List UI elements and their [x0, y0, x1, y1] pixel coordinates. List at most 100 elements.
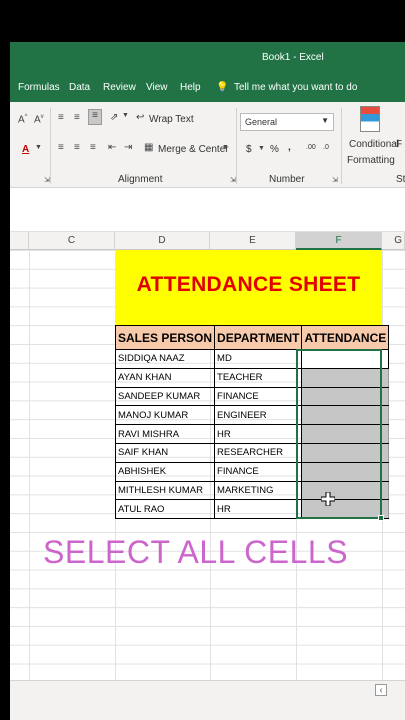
tab-help[interactable]: Help [180, 82, 201, 93]
column-header-e[interactable]: E [210, 232, 296, 250]
merge-dropdown-icon[interactable]: ▼ [222, 144, 229, 151]
align-middle-icon[interactable]: ≡ [74, 112, 80, 123]
orientation-dropdown-icon[interactable]: ▼ [122, 112, 129, 119]
cell-department[interactable]: RESEARCHER [214, 442, 303, 463]
comma-button[interactable]: , [288, 142, 291, 153]
wrap-text-button[interactable]: Wrap Text [149, 114, 194, 125]
attendance-table: SALES PERSON DEPARTMENT ATTENDANCE SIDDI… [114, 325, 390, 520]
table-row: SANDEEP KUMAR FINANCE [114, 386, 390, 407]
cell-attendance[interactable] [301, 499, 390, 520]
cell-attendance[interactable] [301, 405, 390, 426]
cell-department[interactable]: ENGINEER [214, 405, 303, 426]
cell-name[interactable]: MITHLESH KUMAR [114, 480, 216, 501]
cell-attendance[interactable] [301, 424, 390, 444]
column-header-d[interactable]: D [115, 232, 210, 250]
scroll-left-icon[interactable]: ‹ [375, 684, 387, 696]
align-bottom-icon[interactable]: ≡ [88, 109, 102, 125]
sheet-tab-bar [10, 680, 405, 720]
ribbon-tabs: Formulas Data Review View Help 💡 Tell me… [10, 74, 405, 102]
increase-font-icon[interactable]: A^ [18, 114, 28, 125]
lightbulb-icon: 💡 [216, 82, 229, 93]
column-header-b[interactable] [10, 232, 29, 250]
table-row: MANOJ KUMAR ENGINEER [114, 405, 390, 426]
cell-name[interactable]: RAVI MISHRA [114, 424, 216, 444]
align-center-icon[interactable]: ≡ [74, 142, 80, 153]
tell-me-search[interactable]: Tell me what you want to do [234, 82, 357, 93]
alignment-dialog-launcher-icon[interactable]: ⇲ [230, 176, 236, 184]
currency-dropdown-icon[interactable]: ▼ [258, 145, 265, 152]
cell-name[interactable]: MANOJ KUMAR [114, 405, 216, 426]
chevron-down-icon: ▼ [321, 116, 329, 125]
cell-attendance[interactable] [301, 367, 390, 388]
cell-department[interactable]: HR [214, 424, 303, 444]
cell-department[interactable]: TEACHER [214, 367, 303, 388]
title-bar: Book1 - Excel [10, 42, 405, 74]
cell-attendance[interactable] [301, 461, 390, 482]
orientation-icon[interactable]: ⇗ [110, 112, 118, 123]
table-row: SIDDIQA NAAZ MD [114, 349, 390, 369]
styles-group-label: St [396, 174, 405, 185]
wrap-text-icon[interactable]: ↩ [136, 112, 144, 123]
cell-attendance-active[interactable] [301, 349, 390, 369]
cell-attendance[interactable] [301, 442, 390, 463]
increase-indent-icon[interactable]: ⇥ [124, 142, 132, 153]
attendance-banner[interactable]: ATTENDANCE SHEET [115, 250, 382, 325]
decrease-indent-icon[interactable]: ⇤ [108, 142, 116, 153]
percent-button[interactable]: % [270, 144, 279, 155]
cell-attendance[interactable] [301, 480, 390, 501]
format-as-table-partial[interactable]: F [396, 139, 402, 150]
cell-department[interactable]: FINANCE [214, 386, 303, 407]
header-row: SALES PERSON DEPARTMENT ATTENDANCE [114, 325, 390, 350]
cell-department[interactable]: MARKETING [214, 480, 303, 501]
header-sales-person[interactable]: SALES PERSON [114, 325, 216, 350]
cell-attendance[interactable] [301, 386, 390, 407]
alignment-group-label: Alignment [118, 174, 163, 185]
cell-department[interactable]: MD [214, 349, 303, 369]
ribbon: A^ Av A ▼ ⇲ ≡ ≡ ≡ ⇗ ▼ ↩ Wrap Text ≡ ≡ ≡ … [10, 102, 405, 188]
tab-data[interactable]: Data [69, 82, 90, 93]
currency-button[interactable]: $ [246, 144, 252, 155]
excel-window: Book1 - Excel Formulas Data Review View … [10, 42, 405, 720]
conditional-formatting-label-1[interactable]: Conditional [349, 139, 399, 150]
column-header-f[interactable]: F [296, 232, 382, 250]
table-row: MITHLESH KUMAR MARKETING [114, 480, 390, 501]
align-top-icon[interactable]: ≡ [58, 112, 64, 123]
cell-name[interactable]: SAIF KHAN [114, 442, 216, 463]
tab-formulas[interactable]: Formulas [18, 82, 60, 93]
cell-department[interactable]: HR [214, 499, 303, 520]
tab-review[interactable]: Review [103, 82, 136, 93]
cell-name[interactable]: ATUL RAO [114, 499, 216, 520]
conditional-formatting-label-2[interactable]: Formatting [347, 155, 395, 166]
increase-decimal-button[interactable]: .00 [306, 144, 316, 151]
font-color-icon[interactable]: A [22, 144, 29, 155]
scroll-controls: ‹ [372, 684, 387, 696]
align-left-icon[interactable]: ≡ [58, 142, 64, 153]
number-format-select[interactable]: General ▼ [240, 113, 334, 131]
header-attendance[interactable]: ATTENDANCE [301, 325, 390, 350]
table-row: ABHISHEK FINANCE [114, 461, 390, 482]
merge-center-button[interactable]: Merge & Center [158, 144, 229, 155]
column-header-c[interactable]: C [29, 232, 115, 250]
number-dialog-launcher-icon[interactable]: ⇲ [332, 176, 338, 184]
font-color-dropdown-icon[interactable]: ▼ [35, 144, 42, 151]
cell-name[interactable]: ABHISHEK [114, 461, 216, 482]
cell-select-cursor-icon [321, 492, 335, 506]
cell-department[interactable]: FINANCE [214, 461, 303, 482]
table-row: RAVI MISHRA HR [114, 424, 390, 444]
conditional-formatting-icon[interactable] [360, 106, 380, 132]
decrease-decimal-button[interactable]: .0 [323, 144, 329, 151]
formula-bar-area [10, 188, 405, 232]
number-format-value: General [245, 117, 278, 127]
tab-view[interactable]: View [146, 82, 168, 93]
decrease-font-icon[interactable]: Av [34, 114, 44, 125]
window-title: Book1 - Excel [262, 52, 324, 63]
table-row: SAIF KHAN RESEARCHER [114, 442, 390, 463]
column-header-g[interactable]: G [382, 232, 405, 250]
header-department[interactable]: DEPARTMENT [214, 325, 303, 350]
cell-name[interactable]: SANDEEP KUMAR [114, 386, 216, 407]
align-right-icon[interactable]: ≡ [90, 142, 96, 153]
merge-center-icon[interactable]: ▦ [144, 142, 153, 153]
font-dialog-launcher-icon[interactable]: ⇲ [44, 176, 50, 184]
cell-name[interactable]: AYAN KHAN [114, 367, 216, 388]
cell-name[interactable]: SIDDIQA NAAZ [114, 349, 216, 369]
